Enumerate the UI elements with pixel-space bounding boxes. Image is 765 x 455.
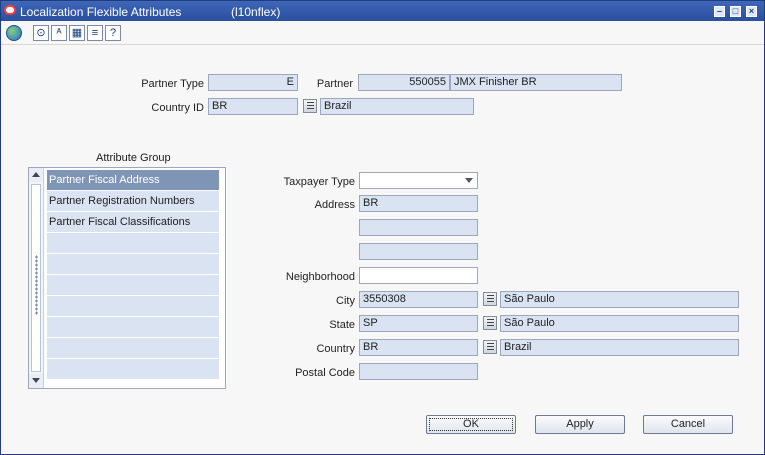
scroll-thumb[interactable] <box>31 184 41 372</box>
neighborhood-label: Neighborhood <box>285 271 355 283</box>
ok-button[interactable]: OK <box>426 415 516 434</box>
list-item[interactable]: Partner Fiscal Classifications <box>47 212 219 232</box>
attribute-group-list[interactable]: Partner Fiscal Address Partner Registrat… <box>28 167 226 389</box>
help-icon[interactable]: ⊙ <box>33 25 49 41</box>
state-code-field[interactable]: SP <box>359 315 478 332</box>
taxpayer-type-label: Taxpayer Type <box>283 176 355 188</box>
postal-code-field[interactable] <box>359 363 478 380</box>
dialog-content: Partner Type E Partner 550055 JMX Finish… <box>2 45 763 453</box>
minimize-icon[interactable]: – <box>714 6 725 17</box>
list-item[interactable] <box>47 338 219 358</box>
question-icon[interactable]: ? <box>105 25 121 41</box>
toolbar: ⊙ ᴬ ▦ ≡ ? <box>1 22 764 45</box>
country-label: Country <box>316 343 355 355</box>
partner-label: Partner <box>316 78 353 90</box>
list-item[interactable] <box>47 233 219 253</box>
list-item[interactable] <box>47 275 219 295</box>
city-code-field[interactable]: 3550308 <box>359 291 478 308</box>
partner-id-field[interactable]: 550055 <box>358 74 450 91</box>
chevron-down-icon[interactable] <box>465 178 473 183</box>
attribute-group-scrollbar[interactable] <box>29 168 44 388</box>
close-icon[interactable]: × <box>746 6 757 17</box>
list-item[interactable] <box>47 296 219 316</box>
grip-icon <box>35 255 38 315</box>
scroll-up-icon[interactable] <box>29 168 43 182</box>
country-id-field[interactable]: BR <box>208 98 298 115</box>
country-id-label: Country ID <box>151 102 204 114</box>
calendar-icon[interactable]: ▦ <box>69 25 85 41</box>
state-name-field[interactable]: São Paulo <box>500 315 739 332</box>
list-item[interactable]: Partner Fiscal Address <box>47 170 219 190</box>
partner-type-field[interactable]: E <box>208 74 298 91</box>
country-name-field[interactable]: Brazil <box>320 98 474 115</box>
country-code-field[interactable]: BR <box>359 339 478 356</box>
postal-code-label: Postal Code <box>295 367 355 379</box>
address-line3-field[interactable] <box>359 243 478 260</box>
state-label: State <box>329 319 355 331</box>
title-bar[interactable]: Localization Flexible Attributes (l10nfl… <box>1 1 764 21</box>
attribute-group-title: Attribute Group <box>96 152 171 164</box>
window-title: Localization Flexible Attributes <box>20 5 182 19</box>
maximize-icon[interactable]: □ <box>730 6 741 17</box>
globe-icon[interactable] <box>6 25 22 41</box>
list-item[interactable] <box>47 254 219 274</box>
state-lov-icon[interactable] <box>483 316 497 330</box>
list-item[interactable]: Partner Registration Numbers <box>47 191 219 211</box>
city-label: City <box>336 295 355 307</box>
address-line1-field[interactable]: BR <box>359 195 478 212</box>
scroll-down-icon[interactable] <box>29 374 43 388</box>
neighborhood-field[interactable] <box>359 267 478 284</box>
list-item[interactable] <box>47 317 219 337</box>
oracle-logo-icon <box>4 5 16 15</box>
country-id-lov-icon[interactable] <box>303 99 317 113</box>
address-line2-field[interactable] <box>359 219 478 236</box>
dialog-window: Localization Flexible Attributes (l10nfl… <box>0 0 765 455</box>
cancel-button[interactable]: Cancel <box>643 415 733 434</box>
country-lov-icon[interactable] <box>483 340 497 354</box>
taxpayer-type-select[interactable] <box>359 172 478 189</box>
partner-type-label: Partner Type <box>141 78 204 90</box>
country-name-detail-field[interactable]: Brazil <box>500 339 739 356</box>
spell-check-icon[interactable]: ᴬ <box>51 25 67 41</box>
apply-button[interactable]: Apply <box>535 415 625 434</box>
city-lov-icon[interactable] <box>483 292 497 306</box>
attribute-group-rows: Partner Fiscal Address Partner Registrat… <box>47 170 219 380</box>
list-item[interactable] <box>47 359 219 379</box>
partner-name-field[interactable]: JMX Finisher BR <box>450 74 622 91</box>
city-name-field[interactable]: São Paulo <box>500 291 739 308</box>
address-label: Address <box>314 199 355 211</box>
window-code: (l10nflex) <box>231 5 281 19</box>
notes-icon[interactable]: ≡ <box>87 25 103 41</box>
